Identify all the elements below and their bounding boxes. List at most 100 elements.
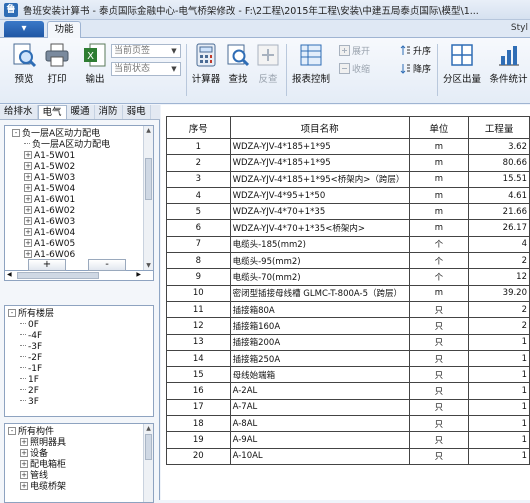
header-index[interactable]: 序号 (166, 116, 231, 139)
collapse-node-icon[interactable]: - (8, 309, 16, 317)
component-item[interactable]: + 管线 (8, 471, 66, 482)
component-root[interactable]: - 所有构件 (8, 427, 66, 438)
tree-item[interactable]: + A1-6W04 (8, 228, 110, 239)
table-row[interactable]: 5 WDZA-YJV-4*70+1*35 m 21.66 (166, 203, 530, 221)
component-item[interactable]: + 照明器具 (8, 438, 66, 449)
tree-scrollbar[interactable]: ▲ ▼ (143, 126, 153, 270)
expand-node-icon[interactable]: + (24, 250, 32, 258)
remove-circuit-button[interactable]: - (88, 259, 126, 271)
header-unit[interactable]: 单位 (408, 116, 470, 139)
floor-item[interactable]: 2F (8, 386, 54, 397)
preview-button[interactable]: 预览 (6, 42, 42, 88)
zone-output-button[interactable]: 分区出量 (440, 42, 484, 88)
table-row[interactable]: 17 A-7AL 只 1 (166, 398, 530, 417)
table-row[interactable]: 10 密闭型插接母线槽 GLMC-T-800A-5（跨层） m 39.20 (166, 284, 530, 302)
floor-item[interactable]: -3F (8, 342, 54, 353)
tree-item[interactable]: + A1-5W02 (8, 162, 110, 173)
floor-item[interactable]: 1F (8, 375, 54, 386)
expand-node-icon[interactable]: + (24, 195, 32, 203)
find-button[interactable]: 查找 (224, 42, 252, 88)
export-button[interactable]: X 输出 (80, 42, 110, 88)
table-row[interactable]: 12 插接箱160A 只 2 (166, 317, 530, 335)
table-row[interactable]: 9 电缆头-70(mm2) 个 12 (166, 268, 530, 286)
floor-root[interactable]: - 所有楼层 (8, 309, 54, 320)
tab-water-supply[interactable]: 给排水 (0, 105, 38, 119)
expand-node-icon[interactable]: + (24, 206, 32, 214)
review-button[interactable]: 反查 (254, 42, 282, 88)
table-row[interactable]: 20 A-10AL 只 1 (166, 447, 530, 465)
report-control-button[interactable]: 报表控制 (291, 42, 331, 88)
expand-node-icon[interactable]: + (24, 162, 32, 170)
page-sign-combo[interactable]: 当前页签 ▼ (111, 44, 181, 58)
table-row[interactable]: 1 WDZA-YJV-4*185+1*95 m 3.62 (166, 137, 530, 156)
table-row[interactable]: 19 A-9AL 只 1 (166, 431, 530, 449)
expand-node-icon[interactable]: + (24, 173, 32, 181)
scroll-thumb[interactable] (145, 158, 152, 200)
table-row[interactable]: 3 WDZA-YJV-4*185+1*95<桥架内>（跨层） m 15.51 (166, 170, 530, 188)
table-row[interactable]: 2 WDZA-YJV-4*185+1*95 m 80.66 (166, 154, 530, 172)
header-quantity[interactable]: 工程量 (468, 116, 530, 139)
calculator-button[interactable]: 计算器 (189, 42, 223, 88)
expand-node-icon[interactable]: + (24, 184, 32, 192)
tree-item[interactable]: + A1-6W03 (8, 217, 110, 228)
tab-function[interactable]: 功能 (47, 21, 81, 38)
tree-item[interactable]: + A1-6W02 (8, 206, 110, 217)
print-button[interactable]: 打印 (42, 42, 72, 88)
table-row[interactable]: 11 插接箱80A 只 2 (166, 300, 530, 319)
tab-hvac[interactable]: 暖通 (67, 105, 95, 119)
floor-item[interactable]: 0F (8, 320, 54, 331)
tab-fire[interactable]: 消防 (95, 105, 123, 119)
tab-electrical[interactable]: 电气 (37, 105, 67, 119)
application-menu-button[interactable]: ▾ (4, 21, 44, 37)
component-item[interactable]: + 设备 (8, 449, 66, 460)
collapse-node-icon[interactable]: - (8, 427, 16, 435)
floor-item[interactable]: -1F (8, 364, 54, 375)
table-row[interactable]: 15 母线始端箱只 1 (166, 366, 530, 384)
floor-item[interactable]: 3F (8, 397, 54, 408)
table-row[interactable]: 14 插接箱250A 只 1 (166, 349, 530, 368)
sort-desc-button[interactable]: 降序 (400, 62, 431, 75)
expand-node-icon[interactable]: + (24, 151, 32, 159)
table-row[interactable]: 13 插接箱200A 只 1 (166, 333, 530, 351)
component-item[interactable]: + 电缆桥架 (8, 482, 66, 493)
tree-item[interactable]: 负一层A区动力配电 (8, 140, 110, 151)
floor-item[interactable]: -2F (8, 353, 54, 364)
scroll-right-icon[interactable]: ▶ (136, 271, 141, 278)
tree-item[interactable]: + A1-5W03 (8, 173, 110, 184)
scroll-left-icon[interactable]: ◀ (7, 271, 12, 278)
expand-node-icon[interactable]: + (20, 438, 28, 446)
style-menu[interactable]: Styl (511, 23, 528, 33)
collapse-button[interactable]: 收缩 (339, 62, 370, 75)
expand-node-icon[interactable]: + (20, 471, 28, 479)
expand-node-icon[interactable]: + (24, 217, 32, 225)
table-row[interactable]: 16 A-2AL 只 1 (166, 382, 530, 400)
table-row[interactable]: 8 电缆头-95(mm2) 个 2 (166, 252, 530, 270)
collapse-node-icon[interactable]: - (12, 129, 20, 137)
scroll-down-icon[interactable]: ▼ (144, 261, 153, 270)
tree-item[interactable]: + A1-5W04 (8, 184, 110, 195)
tab-weak-current[interactable]: 弱电 (123, 105, 151, 119)
expand-node-icon[interactable]: + (20, 449, 28, 457)
scroll-thumb[interactable] (145, 434, 152, 460)
add-circuit-button[interactable]: + (28, 259, 66, 271)
component-item[interactable]: + 配电箱柜 (8, 460, 66, 471)
table-row[interactable]: 18 A-8AL 只 1 (166, 415, 530, 433)
horizontal-scrollbar[interactable]: ◀ ▶ (4, 271, 154, 281)
state-combo[interactable]: 当前状态 ▼ (111, 62, 181, 76)
tree-item[interactable]: + A1-5W01 (8, 151, 110, 162)
tree-item[interactable]: + A1-6W05 (8, 239, 110, 250)
scroll-up-icon[interactable]: ▲ (144, 126, 153, 135)
floor-item[interactable]: -4F (8, 331, 54, 342)
tree-item[interactable]: - 负一层A区动力配电 (8, 129, 110, 140)
expand-node-icon[interactable]: + (24, 228, 32, 236)
condition-stats-button[interactable]: 条件统计 (487, 42, 530, 88)
table-row[interactable]: 7 电缆头-185(mm2) 个 4 (166, 235, 530, 254)
sort-asc-button[interactable]: 升序 (400, 44, 431, 57)
tree-item[interactable]: + A1-6W01 (8, 195, 110, 206)
table-row[interactable]: 4 WDZA-YJV-4*95+1*50 m 4.61 (166, 186, 530, 205)
horizontal-scroll-thumb[interactable] (17, 272, 99, 279)
expand-node-icon[interactable]: + (20, 460, 28, 468)
expand-node-icon[interactable]: + (24, 239, 32, 247)
expand-button[interactable]: 展开 (339, 44, 370, 57)
header-item-name[interactable]: 项目名称 (229, 116, 410, 139)
